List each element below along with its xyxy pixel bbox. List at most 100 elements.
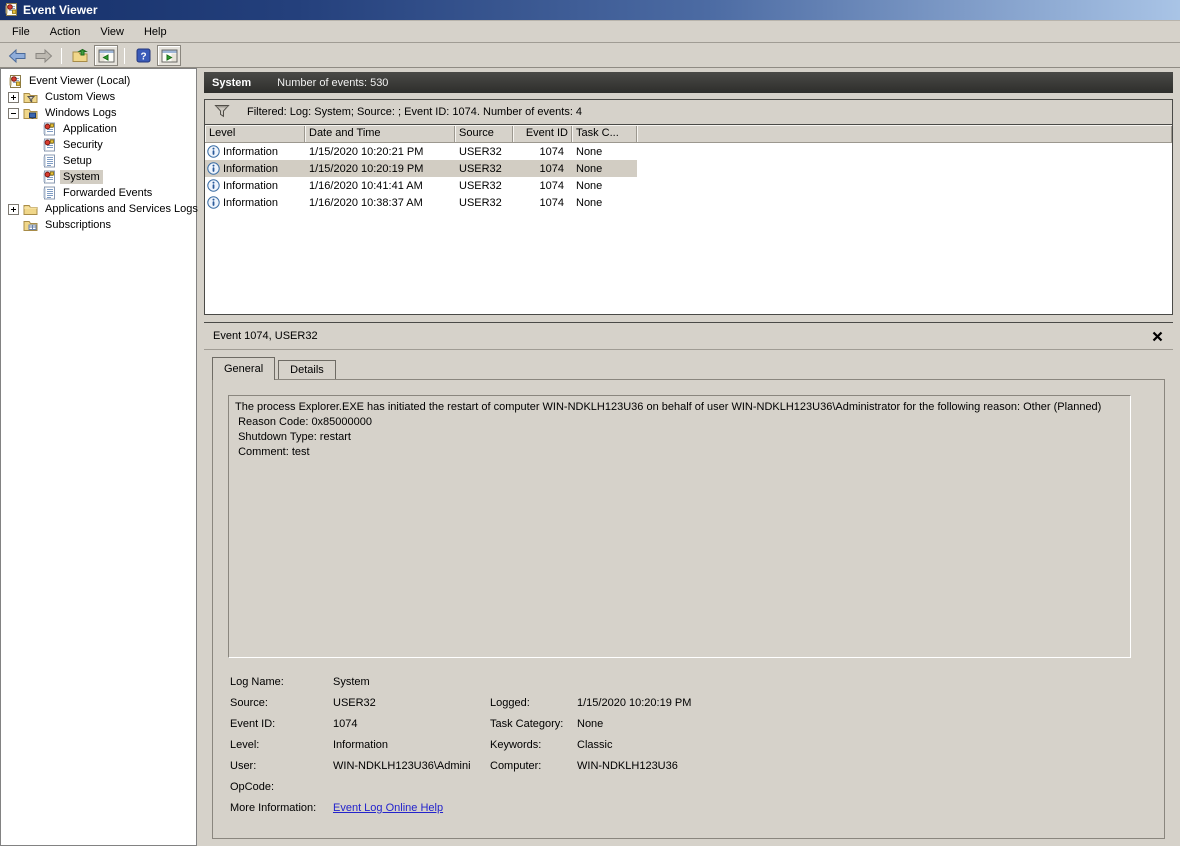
event-preview-title: Event 1074, USER32 [213,330,1152,342]
general-tab-panel: The process Explorer.EXE has initiated t… [212,379,1165,839]
tree-item-security[interactable]: Security [1,137,196,153]
detail-value: Classic [577,739,691,751]
event-row[interactable]: Information1/15/2020 10:20:21 PMUSER3210… [205,143,637,160]
event-level-text: Information [223,197,278,209]
event-source-cell: USER32 [455,146,513,158]
menu-bar: FileActionViewHelp [0,22,1180,43]
tree-item-applications-and-services-logs[interactable]: Applications and Services Logs [1,201,196,217]
detail-row: Log Name:System [230,671,691,692]
detail-value: 1074 [333,718,490,730]
event-task-category-cell: None [572,180,637,192]
tree-item-label: Custom Views [42,90,118,104]
tree-item-label: Forwarded Events [60,186,155,200]
menu-file[interactable]: File [2,23,40,41]
arrow-right-icon [34,48,53,64]
tree-item-label: Event Viewer (Local) [26,74,133,88]
show-hide-action-pane-button[interactable] [157,45,181,66]
results-header-title: System [212,77,251,89]
tree-item-windows-logs[interactable]: Windows Logs [1,105,196,121]
event-id-cell: 1074 [513,146,572,158]
log-badge-icon [43,170,56,184]
help-button[interactable]: ? [131,45,155,66]
event-datetime-cell: 1/16/2020 10:38:37 AM [305,197,455,209]
close-icon[interactable] [1152,331,1163,342]
tree-item-label: Subscriptions [42,218,114,232]
info-icon [207,162,220,175]
event-preview-header: Event 1074, USER32 [204,323,1173,350]
expand-icon[interactable] [8,92,19,103]
menu-view[interactable]: View [90,23,134,41]
folder-logs-icon [23,107,38,120]
tree-item-subscriptions[interactable]: Subscriptions [1,217,196,233]
event-preview-pane: Event 1074, USER32 GeneralDetails The pr… [204,322,1173,846]
detail-row: Level:InformationKeywords:Classic [230,734,691,755]
arrow-left-icon [8,48,27,64]
info-icon [207,145,220,158]
detail-value: WIN-NDKLH123U36 [577,760,691,772]
detail-label: Logged: [490,697,577,709]
info-icon [207,179,220,192]
folder-up-icon [72,48,89,63]
show-hide-console-tree-button[interactable] [94,45,118,66]
event-source-cell: USER32 [455,197,513,209]
column-header-event-id[interactable]: Event ID [513,125,572,143]
filter-bar: Filtered: Log: System; Source: ; Event I… [205,100,1172,125]
results-header: System Number of events: 530 [204,72,1173,93]
log-icon [43,154,56,168]
detail-label: Source: [230,697,333,709]
tree-item-application[interactable]: Application [1,121,196,137]
column-header-level[interactable]: Level [205,125,305,143]
collapse-icon[interactable] [8,108,19,119]
console-tree: Event Viewer (Local) Custom Views Windows … [0,68,197,846]
log-icon [43,186,56,200]
tree-item-custom-views[interactable]: Custom Views [1,89,196,105]
detail-label: Event ID: [230,718,333,730]
menu-action[interactable]: Action [40,23,91,41]
event-log-online-help-link[interactable]: Event Log Online Help [333,802,490,814]
column-header-task-c-[interactable]: Task C... [572,125,637,143]
event-level-cell: Information [205,179,305,192]
event-datetime-cell: 1/16/2020 10:41:41 AM [305,180,455,192]
tree-item-setup[interactable]: Setup [1,153,196,169]
help-icon: ? [136,48,151,63]
event-row[interactable]: Information1/15/2020 10:20:19 PMUSER3210… [205,160,637,177]
detail-value: USER32 [333,697,490,709]
tree-item-system[interactable]: System [1,169,196,185]
tree-item-label: Application [60,122,120,136]
tree-item-forwarded-events[interactable]: Forwarded Events [1,185,196,201]
info-icon [207,196,220,209]
action-pane-icon [161,49,178,63]
event-row[interactable]: Information1/16/2020 10:41:41 AMUSER3210… [205,177,637,194]
events-table-body: Information1/15/2020 10:20:21 PMUSER3210… [205,143,1172,211]
tree-item-label: Security [60,138,106,152]
event-tabs: GeneralDetails [212,356,339,379]
event-details-grid: Log Name:SystemSource:USER32Logged:1/15/… [230,671,691,818]
title-bar: Event Viewer [0,0,1180,21]
console-tree-icon [98,49,115,63]
tab-general[interactable]: General [212,357,275,380]
up-level-button[interactable] [68,45,92,66]
results-header-count: Number of events: 530 [277,77,388,89]
events-list-container: Filtered: Log: System; Source: ; Event I… [204,99,1173,315]
detail-row: More Information:Event Log Online Help [230,797,691,818]
back-button[interactable] [5,45,29,66]
tab-details[interactable]: Details [278,360,336,379]
tree-item-label: System [60,170,103,184]
events-table-header: LevelDate and TimeSourceEvent IDTask C..… [205,125,1172,143]
event-source-cell: USER32 [455,163,513,175]
tree-item-label: Setup [60,154,95,168]
menu-help[interactable]: Help [134,23,177,41]
event-row[interactable]: Information1/16/2020 10:38:37 AMUSER3210… [205,194,637,211]
event-task-category-cell: None [572,197,637,209]
forward-button[interactable] [31,45,55,66]
tree-item-label: Windows Logs [42,106,120,120]
expand-icon[interactable] [8,204,19,215]
detail-row: User:WIN-NDKLH123U36\AdminiComputer:WIN-… [230,755,691,776]
log-badge-icon [43,122,56,136]
tree-item-event-viewer-local-[interactable]: Event Viewer (Local) [1,73,196,89]
detail-label: More Information: [230,802,333,814]
folder-icon [23,203,38,216]
column-header-source[interactable]: Source [455,125,513,143]
column-header-date-and-time[interactable]: Date and Time [305,125,455,143]
event-level-cell: Information [205,145,305,158]
